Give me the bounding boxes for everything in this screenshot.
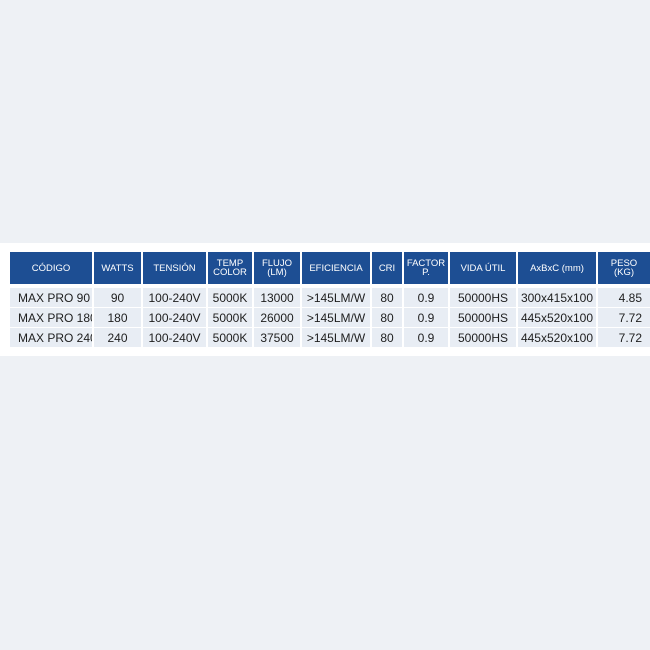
cell-watts: 240 (94, 328, 141, 347)
header-flujo: FLUJO (LM) (254, 252, 300, 284)
cell-cri: 80 (372, 328, 402, 347)
cell-codigo: MAX PRO 90 (10, 288, 92, 307)
header-codigo: CÓDIGO (10, 252, 92, 284)
header-temp-color: TEMP COLOR (208, 252, 252, 284)
cell-factor-p: 0.9 (404, 328, 448, 347)
cell-factor-p: 0.9 (404, 308, 448, 327)
cell-temp-color: 5000K (208, 328, 252, 347)
cell-tension: 100-240V (143, 308, 206, 327)
header-vida-util: VIDA ÚTIL (450, 252, 516, 284)
cell-tension: 100-240V (143, 328, 206, 347)
cell-watts: 180 (94, 308, 141, 327)
cell-cri: 80 (372, 288, 402, 307)
table-header-row: CÓDIGO WATTS TENSIÓN TEMP COLOR FLUJO (L… (0, 252, 650, 284)
cell-eficiencia: >145LM/W (302, 288, 370, 307)
cell-tension: 100-240V (143, 288, 206, 307)
cell-peso: 7.72 (598, 308, 650, 327)
cell-vida-util: 50000HS (450, 308, 516, 327)
header-tension: TENSIÓN (143, 252, 206, 284)
cell-flujo: 37500 (254, 328, 300, 347)
spec-table-panel: CÓDIGO WATTS TENSIÓN TEMP COLOR FLUJO (L… (0, 243, 650, 356)
cell-codigo: MAX PRO 240 (10, 328, 92, 347)
cell-flujo: 26000 (254, 308, 300, 327)
table-row: MAX PRO 180 180 100-240V 5000K 26000 >14… (0, 308, 650, 328)
cell-temp-color: 5000K (208, 288, 252, 307)
cell-vida-util: 50000HS (450, 288, 516, 307)
table-row: MAX PRO 240 240 100-240V 5000K 37500 >14… (0, 328, 650, 348)
cell-eficiencia: >145LM/W (302, 308, 370, 327)
cell-axbxc: 445x520x100 (518, 308, 596, 327)
cell-peso: 7.72 (598, 328, 650, 347)
header-axbxc: AxBxC (mm) (518, 252, 596, 284)
cell-flujo: 13000 (254, 288, 300, 307)
header-factor-p: FACTOR P. (404, 252, 448, 284)
cell-temp-color: 5000K (208, 308, 252, 327)
header-cri: CRI (372, 252, 402, 284)
cell-eficiencia: >145LM/W (302, 328, 370, 347)
cell-watts: 90 (94, 288, 141, 307)
cell-axbxc: 300x415x100 (518, 288, 596, 307)
header-watts: WATTS (94, 252, 141, 284)
header-eficiencia: EFICIENCIA (302, 252, 370, 284)
cell-vida-util: 50000HS (450, 328, 516, 347)
table-row: MAX PRO 90 90 100-240V 5000K 13000 >145L… (0, 288, 650, 308)
header-peso: PESO (KG) (598, 252, 650, 284)
cell-factor-p: 0.9 (404, 288, 448, 307)
cell-cri: 80 (372, 308, 402, 327)
cell-axbxc: 445x520x100 (518, 328, 596, 347)
cell-codigo: MAX PRO 180 (10, 308, 92, 327)
cell-peso: 4.85 (598, 288, 650, 307)
